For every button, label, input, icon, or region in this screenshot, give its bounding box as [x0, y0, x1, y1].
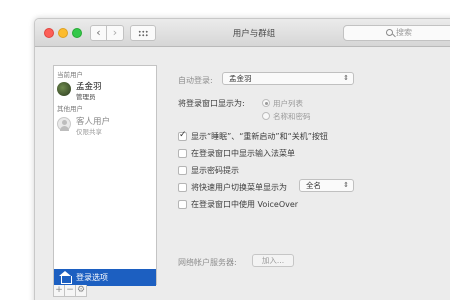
display-as-label: 将登录窗口显示为: — [178, 99, 245, 108]
checkbox-show-sleep-restart-label: 显示“睡眠”、“重新启动”和“关机”按钮 — [191, 132, 328, 141]
search-placeholder: 搜索 — [396, 28, 412, 37]
checkbox-input-menu[interactable] — [178, 149, 187, 158]
search-input[interactable]: 搜索 — [343, 25, 450, 41]
user-item-guest[interactable]: 客人用户 仅限共享 — [57, 115, 155, 136]
titlebar: ‹ › 用户与群组 搜索 — [35, 19, 450, 47]
checkbox-show-sleep-restart[interactable] — [178, 130, 187, 141]
radio-user-list-label: 用户列表 — [273, 99, 303, 108]
user-list: 当前用户 孟金羽 管理员 其他用户 客人用户 仅限共享 登录选项 — [53, 65, 157, 286]
login-options-label: 登录选项 — [76, 273, 108, 282]
guest-role: 仅限共享 — [76, 128, 102, 136]
avatar — [57, 82, 71, 96]
fast-switch-value: 全名 — [306, 181, 321, 190]
guest-avatar-icon — [57, 117, 71, 131]
current-users-label: 当前用户 — [57, 71, 83, 79]
fast-switch-select[interactable]: 全名 ⇕ — [299, 179, 354, 192]
join-button[interactable]: 加入... — [252, 254, 294, 267]
radio-name-password-label: 名称和密码 — [273, 112, 311, 121]
checkbox-voiceover-label: 在登录窗口中使用 VoiceOver — [191, 200, 299, 209]
user-item-current[interactable]: 孟金羽 管理员 — [57, 80, 155, 101]
radio-user-list[interactable] — [262, 99, 270, 107]
home-icon — [59, 271, 72, 284]
user-role: 管理员 — [76, 93, 96, 101]
preferences-window: ‹ › 用户与群组 搜索 当前用户 孟金羽 管理员 其他用户 客人用户 仅限共享… — [34, 18, 450, 300]
checkbox-password-hints[interactable] — [178, 166, 187, 175]
network-server-label: 网络帐户服务器: — [178, 258, 237, 267]
gear-icon[interactable]: ⚙ — [75, 285, 87, 297]
checkbox-voiceover[interactable] — [178, 200, 187, 209]
sidebar-buttons: + − ⚙ — [53, 285, 157, 297]
radio-name-password[interactable] — [262, 112, 270, 120]
checkbox-fast-user-switch[interactable] — [178, 183, 187, 192]
chevron-updown-icon: ⇕ — [343, 181, 349, 189]
other-users-label: 其他用户 — [57, 105, 83, 113]
checkbox-password-hints-label: 显示密码提示 — [191, 166, 239, 175]
checkbox-input-menu-label: 在登录窗口中显示输入法菜单 — [191, 149, 295, 158]
window-title: 用户与群组 — [232, 29, 276, 39]
search-icon — [386, 29, 393, 36]
login-options-item[interactable]: 登录选项 — [54, 269, 156, 286]
auto-login-select[interactable]: 孟金羽 ⇕ — [222, 72, 354, 85]
auto-login-label: 自动登录: — [178, 76, 213, 85]
auto-login-value: 孟金羽 — [229, 74, 252, 83]
chevron-updown-icon: ⇕ — [343, 74, 349, 82]
checkbox-fast-user-switch-label: 将快速用户切换菜单显示为 — [191, 183, 287, 192]
